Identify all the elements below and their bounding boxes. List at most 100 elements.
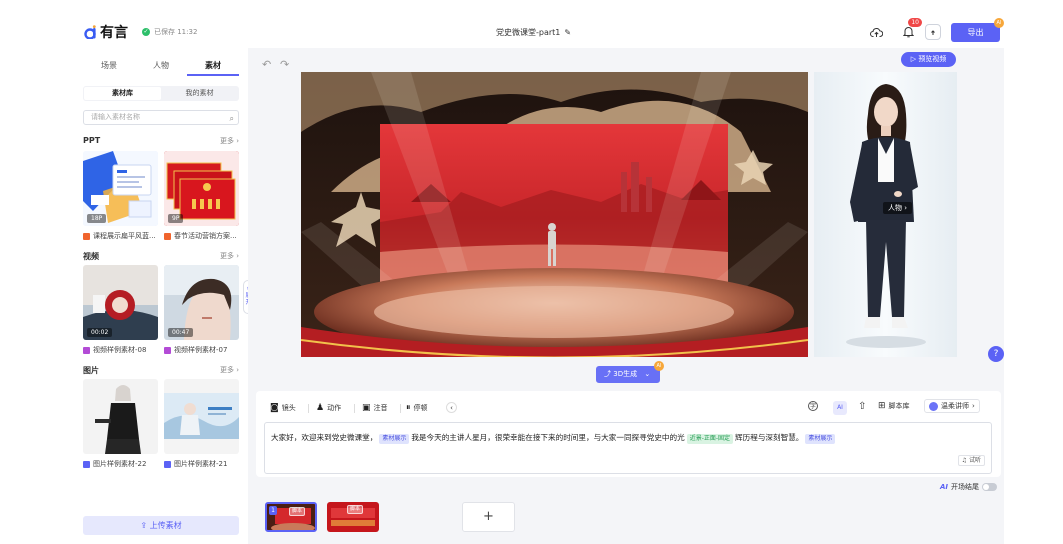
more-link[interactable]: 更多 › [220, 136, 239, 146]
ai-badge: AI [654, 361, 664, 371]
list-item[interactable]: 课程展示扁平风蓝... [83, 231, 156, 241]
list-item[interactable]: 图片样例素材-21 [164, 459, 227, 469]
sidebar: 场景 人物 素材 素材库 我的素材 请输入素材名称 ⌕ PPT 更多 › 18P… [74, 48, 248, 544]
list-item[interactable]: 春节活动营销方案... [164, 231, 237, 241]
camera-icon: ◙ [270, 403, 279, 413]
presenter-preview[interactable]: 人物 › [814, 72, 957, 357]
scene-thumbnail[interactable]: 1 脚本 [265, 502, 317, 532]
ai-icon: AI [940, 483, 949, 491]
divider [400, 404, 401, 413]
redo-icon[interactable]: ↷ [280, 58, 289, 71]
stage-preview[interactable] [301, 72, 808, 357]
voice-avatar-icon [929, 401, 938, 411]
video-thumbnail[interactable]: 00:47 [164, 265, 239, 340]
presenter-avatar [846, 84, 926, 348]
canvas-area: ↶ ↷ ▷ 预览视频 人物 › ? ⤴ 3D生成 ⌄ AI ◙ 镜头 ♟ 动作 … [248, 48, 1004, 544]
trend-icon: ⤴ [604, 370, 611, 378]
video-thumbnail[interactable]: 00:02 [83, 265, 158, 340]
section-video: 视频 更多 › [83, 251, 239, 262]
scene-thumbnail[interactable]: 脚本 [327, 502, 379, 532]
more-link[interactable]: 更多 › [220, 365, 239, 375]
ppt-thumbnail[interactable]: 9P [164, 151, 239, 226]
ai-badge: AI [994, 18, 1004, 28]
ppt-file-icon [83, 232, 90, 240]
item-caption: 图片样例素材-21 [174, 460, 228, 468]
tab-person[interactable]: 人物 [135, 60, 187, 76]
camera-tool-button[interactable]: ◙ 镜头 [270, 403, 296, 413]
generate-3d-button[interactable]: ⤴ 3D生成 ⌄ AI [596, 361, 664, 383]
image-file-icon [83, 460, 90, 468]
add-scene-button[interactable]: + [462, 502, 515, 532]
list-item[interactable]: 视频样例素材-07 [164, 345, 227, 355]
pencil-icon[interactable]: ✎ [564, 28, 571, 37]
subtitle-toggle-button[interactable]: 字 [808, 401, 818, 411]
chevron-right-icon: › [972, 402, 975, 410]
segment-my-material[interactable]: 我的素材 [161, 87, 238, 100]
item-caption: 春节活动营销方案... [174, 232, 237, 240]
tool-label: 动作 [327, 404, 342, 412]
cloud-upload-icon[interactable] [868, 24, 884, 40]
more-label: 更多 [219, 252, 234, 260]
script-tag[interactable]: 素材展示 [379, 434, 410, 444]
listen-button[interactable]: ♫ 试听 [957, 455, 985, 466]
scene-number: 1 [269, 506, 277, 515]
toggle-switch[interactable] [982, 483, 998, 491]
share-button[interactable]: ⇧ [858, 401, 866, 412]
logo[interactable]: 有言 [84, 22, 128, 42]
script-segment: 辉历程与深刻智慧。 [735, 433, 804, 442]
list-item[interactable]: 视频样例素材-08 [83, 345, 146, 355]
duration-badge: 00:47 [168, 328, 194, 337]
upload-label: 上传素材 [149, 521, 182, 530]
segment-material-library[interactable]: 素材库 [84, 87, 161, 100]
preview-video-button[interactable]: ▷ 预览视频 [901, 52, 956, 67]
script-library-button[interactable]: ⊞ 脚本库 [878, 401, 910, 411]
list-item[interactable]: 图片样例素材-22 [83, 459, 146, 469]
check-icon: ✓ [142, 28, 150, 36]
script-text: 大家好，欢迎来到党史微课堂， 素材展示 我是今天的主讲人星月，很荣幸能在接下来的时间… [271, 432, 837, 444]
export-label: 导出 [967, 28, 984, 37]
search-icon[interactable]: ⌕ [230, 112, 234, 125]
more-label: 更多 [219, 137, 234, 145]
upload-material-button[interactable]: ⇪ 上传素材 [83, 516, 239, 535]
motion-tool-button[interactable]: ♟ 动作 [316, 403, 341, 413]
opening-ending-toggle[interactable]: AI 开场结尾 [940, 482, 998, 492]
script-tag[interactable]: 素材展示 [805, 434, 836, 444]
share-icon: ⇧ [858, 401, 867, 412]
section-ppt: PPT 更多 › [83, 136, 239, 145]
search-input[interactable]: 请输入素材名称 ⌕ [83, 110, 239, 125]
app-window: 有言 ✓ 已保存 11:32 党史微课堂-part1 ✎ 10 导出 AI 场景… [74, 12, 1004, 544]
document-title[interactable]: 党史微课堂-part1 ✎ [496, 27, 571, 38]
pause-tool-button[interactable]: ⏸ 停顿 [406, 403, 428, 413]
scene-script-tag: 脚本 [289, 507, 306, 516]
chevron-down-icon[interactable]: ⌄ [644, 370, 650, 378]
folder-upload-icon[interactable] [925, 24, 941, 40]
bell-icon[interactable]: 10 [900, 18, 922, 40]
tool-label: 注音 [373, 404, 388, 412]
help-button[interactable]: ? [988, 346, 1004, 362]
section-image: 图片 更多 › [83, 365, 239, 376]
tab-scene[interactable]: 场景 [83, 60, 135, 76]
person-settings-button[interactable]: 人物 › [883, 202, 913, 214]
annotation-tool-button[interactable]: ▣ 注音 [362, 403, 388, 413]
image-thumbnail[interactable] [164, 379, 239, 454]
script-tag[interactable]: 近景-正面-固定 [686, 434, 734, 444]
sidebar-tabs: 场景 人物 素材 [83, 60, 239, 76]
export-button[interactable]: 导出 AI [951, 18, 1004, 42]
section-title: PPT [83, 136, 101, 145]
ppt-thumbnail[interactable]: 18P [83, 151, 158, 226]
tab-material[interactable]: 素材 [187, 60, 239, 76]
ai-icon: AI [833, 401, 847, 415]
item-caption: 视频样例素材-07 [174, 346, 228, 354]
save-status-text: 已保存 11:32 [154, 28, 198, 36]
ai-assist-button[interactable]: AI [833, 401, 847, 415]
listen-label: 试听 [968, 457, 981, 464]
collapse-tools-button[interactable]: ‹ [446, 402, 457, 413]
image-preview [83, 379, 158, 454]
image-thumbnail[interactable] [83, 379, 158, 454]
undo-icon[interactable]: ↶ [262, 58, 271, 71]
voice-select[interactable]: 温柔讲师 › [924, 399, 980, 413]
more-link[interactable]: 更多 › [220, 251, 239, 261]
script-library-label: 脚本库 [888, 402, 910, 410]
script-text-area[interactable]: 大家好，欢迎来到党史微课堂， 素材展示 我是今天的主讲人星月，很荣幸能在接下来的时间… [264, 422, 992, 474]
duration-badge: 00:02 [87, 328, 113, 337]
